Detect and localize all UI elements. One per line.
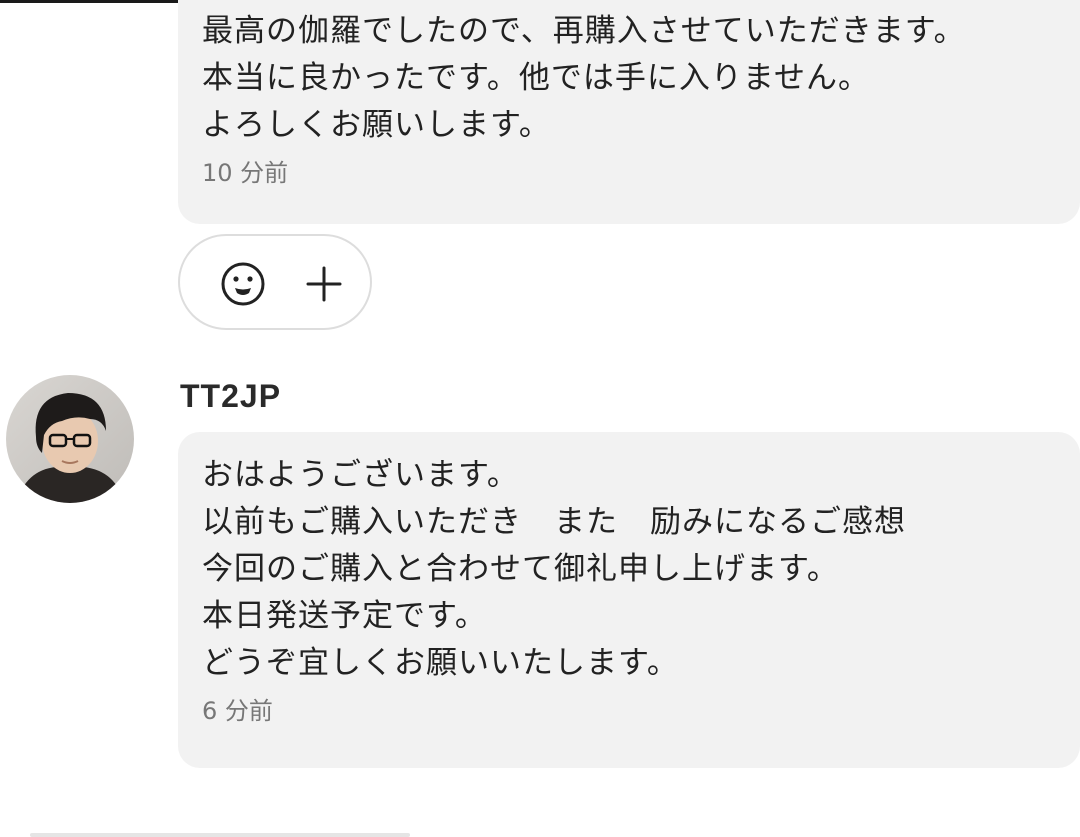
message-line: 最高の伽羅でしたので、再購入させていただきます。 — [202, 13, 966, 49]
message-line: 本当に良かったです。他では手に入りません。 — [202, 60, 870, 96]
message-line: どうぞ宜しくお願いいたします。 — [202, 645, 679, 681]
avatar[interactable] — [6, 375, 134, 503]
message-bubble-buyer: 最高の伽羅でしたので、再購入させていただきます。 本当に良かったです。他では手に… — [178, 0, 1080, 224]
message-line: 本日発送予定です。 — [202, 598, 487, 634]
sender-username[interactable]: TT2JP — [180, 378, 281, 415]
message-timestamp: 10 分前 — [202, 159, 289, 187]
smiley-face-icon[interactable] — [220, 261, 266, 307]
message-line: よろしくお願いします。 — [202, 107, 551, 143]
message-timestamp: 6 分前 — [202, 697, 273, 725]
reaction-bar[interactable] — [178, 234, 372, 330]
message-bubble-seller: おはようございます。 以前もご購入いただき また 励みになるご感想 今回のご購入… — [178, 432, 1080, 768]
next-item-edge — [30, 833, 410, 837]
message-line: 以前もご購入いただき また 励みになるご感想 — [202, 504, 906, 540]
avatar-image — [6, 375, 134, 503]
plus-icon[interactable] — [304, 264, 344, 304]
message-line: 今回のご購入と合わせて御礼申し上げます。 — [202, 551, 839, 587]
message-line: おはようございます。 — [202, 457, 519, 493]
